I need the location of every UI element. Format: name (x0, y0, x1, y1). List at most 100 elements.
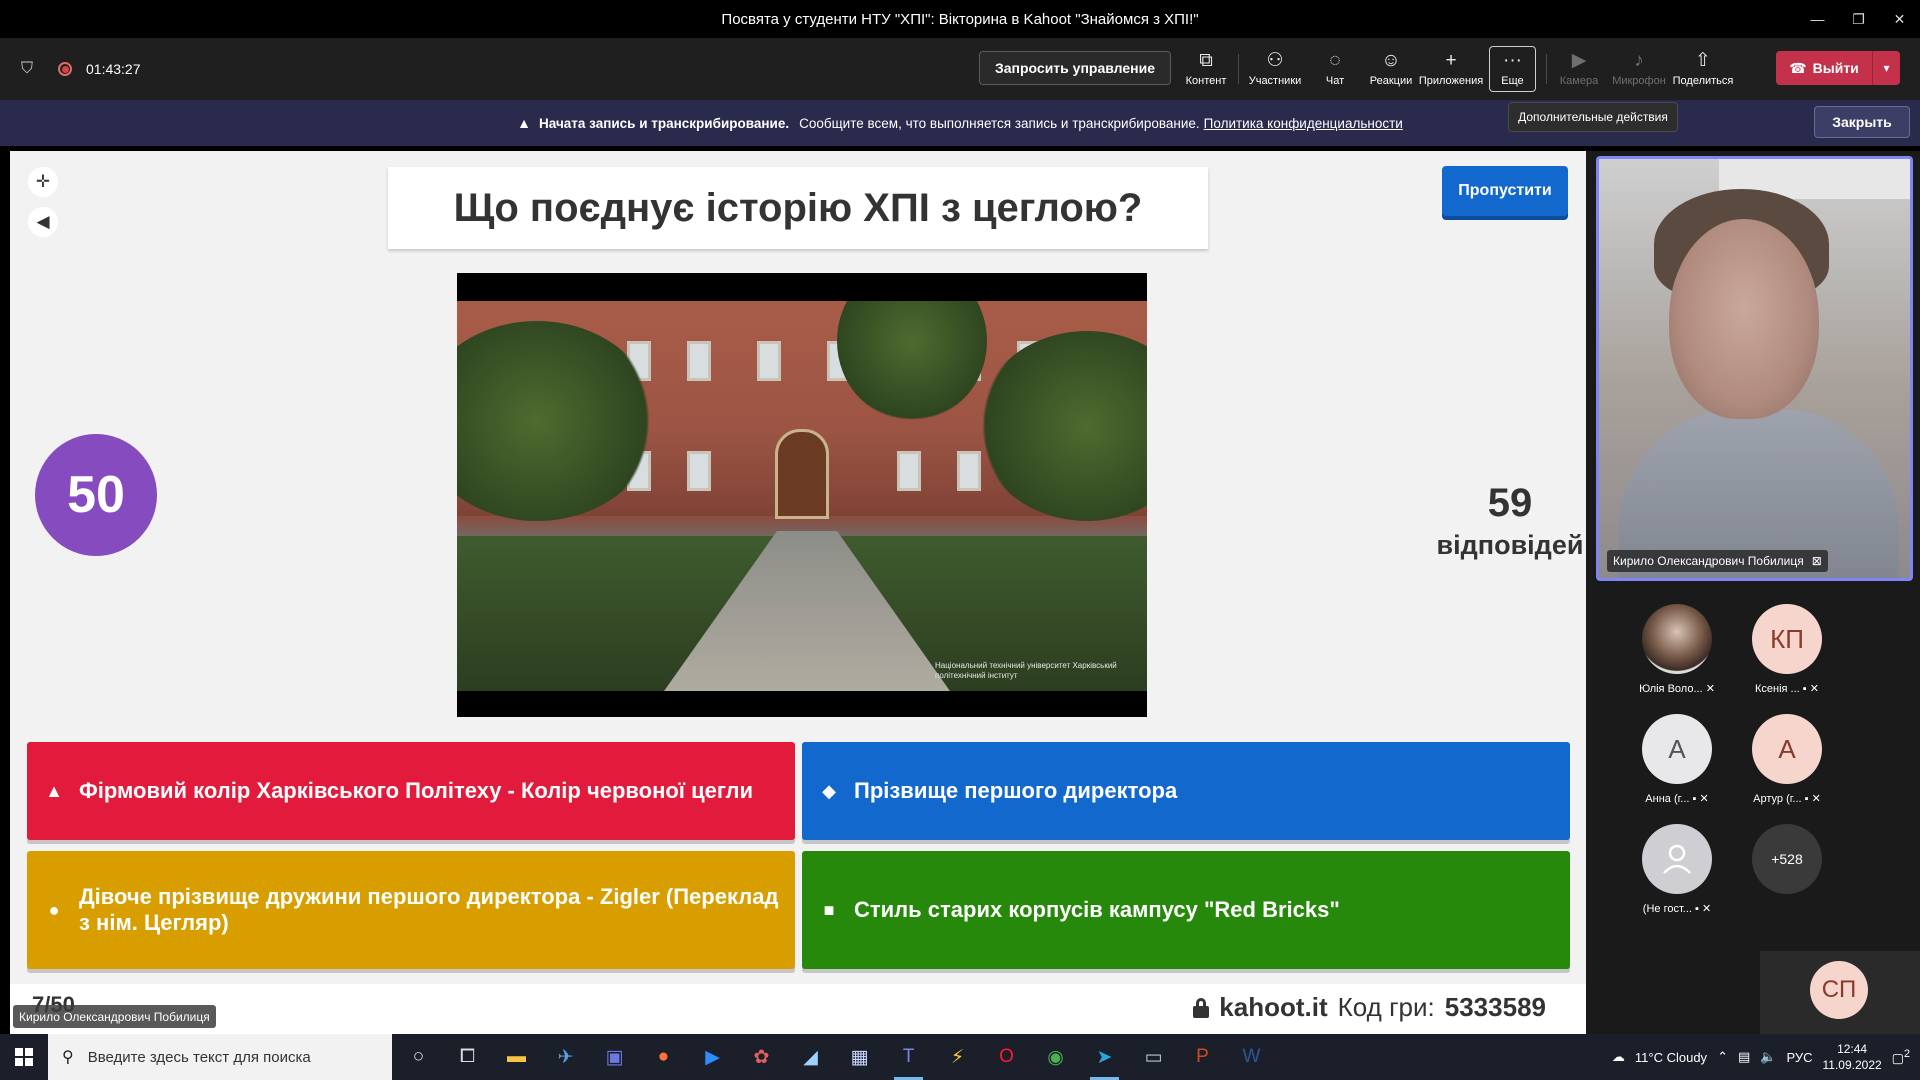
task-view-icon[interactable]: ⧠ (443, 1034, 492, 1080)
answer-text: Фірмовий колір Харківського Політеху - К… (79, 778, 753, 803)
mic-off-icon: ♪ (1634, 50, 1644, 71)
participant-tile[interactable]: КП Ксенія ... ▪ ✕ (1732, 604, 1842, 704)
opera-icon[interactable]: O (982, 1034, 1031, 1080)
participant-tile[interactable]: А Артур (г... ▪ ✕ (1732, 714, 1842, 814)
reactions-button[interactable]: ☺ Реакции (1363, 46, 1419, 92)
chat-button[interactable]: ◌ Чат (1307, 46, 1363, 92)
more-icon: ··· (1503, 50, 1522, 71)
chat-icon: ◌ (1329, 50, 1341, 71)
university-watermark: Національний технічний університет Харкі… (935, 661, 1117, 680)
building-window (687, 341, 711, 381)
share-icon: ⇧ (1695, 50, 1711, 71)
answer-option-green[interactable]: ■ Стиль старих корпусів кампусу "Red Bri… (802, 851, 1570, 969)
app-icon[interactable]: ◢ (786, 1034, 835, 1080)
answers-count: 59 (1487, 481, 1533, 525)
search-icon: ⚲ (62, 1049, 74, 1066)
language-indicator[interactable]: РУС (1786, 1050, 1812, 1065)
app-icon[interactable]: ⚡ (933, 1034, 982, 1080)
participant-tile[interactable]: Юлія Воло... ✕ (1622, 604, 1732, 704)
question-box: Що поєднує історію ХПІ з цеглою? (388, 167, 1208, 249)
banner-text: Сообщите всем, что выполняется запись и … (799, 115, 1200, 131)
answer-text: Дівоче прізвище дружини першого директор… (79, 884, 779, 935)
minimize-button[interactable]: — (1797, 0, 1838, 38)
answer-option-yellow[interactable]: ● Дівоче прізвище дружини першого директ… (27, 851, 795, 969)
countdown-timer: 50 (35, 434, 157, 556)
shield-icon[interactable]: ⛉ (18, 59, 36, 79)
mic-off-icon: ✕ (1705, 683, 1715, 695)
firefox-icon[interactable]: ● (639, 1034, 688, 1080)
zoom-icon[interactable]: ▶ (688, 1034, 737, 1080)
more-actions-tooltip: Дополнительные действия (1508, 102, 1678, 132)
speaker-name-tag: Кирило Олександрович Побилиця ⊠ (1607, 550, 1828, 572)
answer-option-red[interactable]: ▲ Фірмовий колір Харківського Політеху -… (27, 742, 795, 840)
answer-text: Прізвище першого директора (854, 778, 1178, 803)
more-participants-tile[interactable]: +528 (1732, 824, 1842, 924)
calculator-icon[interactable]: ▦ (835, 1034, 884, 1080)
cortana-icon[interactable]: ○ (394, 1034, 443, 1080)
notifications-icon[interactable]: ▢2 (1892, 1048, 1910, 1066)
self-video-tile[interactable]: СП (1760, 951, 1920, 1034)
participants-button[interactable]: ⚇ Участники (1243, 46, 1307, 92)
restore-button[interactable]: ❐ (1838, 0, 1879, 38)
leave-button[interactable]: ☎ Выйти ▾ (1776, 51, 1900, 85)
windows-logo-icon (15, 1048, 33, 1066)
leave-options-chevron-icon[interactable]: ▾ (1872, 51, 1900, 85)
reactions-icon: ☺ (1381, 50, 1401, 71)
network-icon[interactable]: ▤ (1738, 1049, 1750, 1065)
content-button[interactable]: ⧉ Контент (1178, 46, 1234, 92)
clock[interactable]: 12:44 11.09.2022 (1823, 1041, 1882, 1073)
pin-icon[interactable]: ⊠ (1812, 554, 1822, 568)
microphone-button[interactable]: ♪ Микрофон (1607, 46, 1671, 92)
participant-tile[interactable]: А Анна (г... ▪ ✕ (1622, 714, 1732, 814)
more-actions-button[interactable]: ··· Еще (1489, 46, 1536, 92)
participant-tile[interactable]: (Не гост... ▪ ✕ (1622, 824, 1732, 924)
camera-off-icon: ▪ (1692, 793, 1697, 805)
building-window (957, 451, 981, 491)
taskbar-search[interactable]: ⚲ Введите здесь текст для поиска (48, 1034, 392, 1080)
file-explorer-icon[interactable]: ▬ (492, 1034, 541, 1080)
camera-button[interactable]: ▶ Камера (1551, 46, 1607, 92)
telegram-icon[interactable]: ➤ (1080, 1034, 1129, 1080)
building-window (757, 341, 781, 381)
system-tray: ☁ 11°C Cloudy ⌃ ▤ 🔈 РУС 12:44 11.09.2022… (1612, 1034, 1920, 1080)
volume-icon[interactable]: 🔈 (1760, 1049, 1776, 1065)
app-icon[interactable]: ▭ (1129, 1034, 1178, 1080)
apps-button[interactable]: + Приложения (1419, 46, 1483, 92)
chrome-icon[interactable]: ◉ (1031, 1034, 1080, 1080)
building-window (687, 451, 711, 491)
share-button[interactable]: ⇧ Поделиться (1671, 46, 1735, 92)
privacy-policy-link[interactable]: Политика конфиденциальности (1204, 116, 1403, 131)
participant-name: Анна (г... ▪ ✕ (1645, 793, 1709, 805)
answers-counter: 59 відповідей (1410, 481, 1586, 561)
weather-text[interactable]: 11°C Cloudy (1635, 1050, 1707, 1065)
skip-button[interactable]: Пропустити (1442, 166, 1568, 216)
share-content-icon: ⧉ (1199, 50, 1213, 71)
phone-hangup-icon: ☎ (1789, 59, 1807, 76)
teams-icon[interactable]: T (884, 1034, 933, 1080)
triangle-icon: ▲ (45, 781, 63, 801)
minimize-arrows-icon[interactable]: ✛ (28, 167, 58, 197)
active-speaker-video[interactable]: Кирило Олександрович Побилиця ⊠ (1596, 156, 1913, 581)
speaker-icon[interactable]: ◀ (28, 207, 58, 237)
chevron-up-icon[interactable]: ⌃ (1717, 1049, 1728, 1065)
answer-text: Стиль старих корпусів кампусу "Red Brick… (854, 897, 1340, 922)
taskbar-apps: ○ ⧠ ▬ ✈ ▣ ● ▶ ✿ ◢ ▦ T ⚡ O ◉ ➤ ▭ P W (394, 1034, 1276, 1080)
start-button[interactable] (0, 1034, 48, 1080)
meeting-timer: 01:43:27 (86, 61, 141, 77)
answer-option-blue[interactable]: ◆ Прізвище першого директора (802, 742, 1570, 840)
powerpoint-icon[interactable]: P (1178, 1034, 1227, 1080)
app-icon[interactable]: ✿ (737, 1034, 786, 1080)
participant-name: Юлія Воло... ✕ (1639, 683, 1715, 695)
avatar: КП (1752, 604, 1822, 674)
toolbar-divider (1546, 54, 1547, 84)
word-icon[interactable]: W (1227, 1034, 1276, 1080)
participant-name: (Не гост... ▪ ✕ (1642, 903, 1712, 915)
app-icon[interactable]: ✈ (541, 1034, 590, 1080)
close-banner-button[interactable]: Закрыть (1814, 106, 1910, 138)
avatar: А (1752, 714, 1822, 784)
app-icon[interactable]: ▣ (590, 1034, 639, 1080)
close-window-button[interactable]: ✕ (1879, 0, 1920, 38)
participants-panel: Кирило Олександрович Побилиця ⊠ Юлія Вол… (1586, 151, 1920, 1034)
request-control-button[interactable]: Запросить управление (979, 51, 1171, 85)
question-image: Національний технічний університет Харкі… (457, 273, 1147, 717)
